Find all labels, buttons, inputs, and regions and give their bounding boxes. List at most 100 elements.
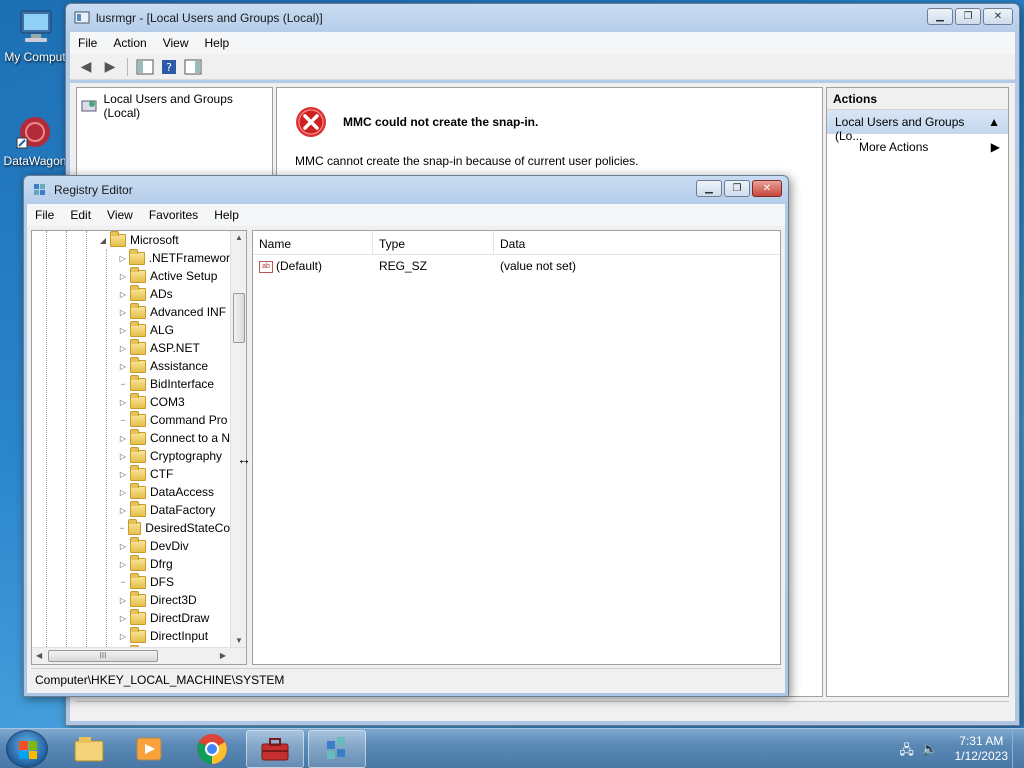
scroll-thumb[interactable]: III [48,650,158,662]
tree-node[interactable]: ▷ DirectInput [32,626,230,645]
expand-triangle-icon[interactable]: ▷ [118,470,128,479]
menu-action[interactable]: Action [105,36,154,50]
tree-node[interactable]: ▷ ALG [32,320,230,339]
taskbar-explorer[interactable] [60,730,118,768]
close-button[interactable]: ✕ [983,8,1013,25]
expand-triangle-icon[interactable]: ▷ [118,560,128,569]
tree-node[interactable]: ▷ DataAccess [32,482,230,501]
show-hide-tree-button[interactable] [135,57,155,77]
tree-horizontal-scrollbar[interactable]: ◀ III ▶ [32,647,246,664]
desktop-icon-datawagon[interactable]: DataWagon [0,112,70,168]
tree-vertical-scrollbar[interactable]: ▲ ▼ [230,231,246,647]
menu-view[interactable]: View [99,208,141,222]
expand-triangle-icon[interactable]: ▷ [118,632,128,641]
column-header-name[interactable]: Name [253,231,373,254]
menu-edit[interactable]: Edit [62,208,99,222]
tree-node[interactable]: ┈ BidInterface [32,374,230,393]
expand-triangle-icon[interactable]: ▷ [118,614,128,623]
menu-help[interactable]: Help [206,208,247,222]
folder-icon [130,356,146,373]
expand-triangle-icon[interactable]: ▷ [118,452,128,461]
minimize-button[interactable]: ▁ [696,180,722,197]
close-icon: ✕ [993,11,1003,22]
expand-triangle-icon[interactable]: ▷ [118,344,128,353]
users-groups-icon [81,100,97,112]
column-header-type[interactable]: Type [373,231,494,254]
regedit-icon [32,182,48,198]
expand-triangle-icon[interactable]: ▷ [118,362,128,371]
menu-view[interactable]: View [155,36,197,50]
tree-node[interactable]: ▷ ADs [32,284,230,303]
arrow-left-icon: ◀ [80,58,92,74]
menu-bar: File Action View Help [70,32,1015,54]
expand-triangle-icon[interactable]: ▷ [118,596,128,605]
menu-file[interactable]: File [27,208,62,222]
taskbar-media-player[interactable] [120,730,178,768]
tree-node-label: Local Users and Groups (Local) [103,92,233,120]
tree-node[interactable]: ▷ Assistance [32,356,230,375]
tree-node-label: Microsoft [130,233,179,247]
menu-favorites[interactable]: Favorites [141,208,206,222]
lusrmgr-titlebar[interactable]: lusrmgr - [Local Users and Groups (Local… [66,4,1019,32]
tree-node[interactable]: ▷ DevDiv [32,536,230,555]
expand-triangle-icon[interactable]: ▷ [118,326,128,335]
start-button[interactable] [6,730,48,768]
menu-file[interactable]: File [70,36,105,50]
scroll-thumb[interactable] [233,293,245,343]
maximize-button[interactable]: ❐ [724,180,750,197]
expand-triangle-icon[interactable]: ▷ [118,488,128,497]
close-button[interactable]: ✕ [752,180,782,197]
expand-triangle-icon[interactable]: ▷ [118,254,127,263]
desktop-icon-my-computer[interactable]: My Comput [0,8,70,64]
tree-node[interactable]: ▷ CTF [32,464,230,483]
tree-node[interactable]: ▷ COM3 [32,392,230,411]
expand-triangle-icon[interactable]: ▷ [118,398,128,407]
registry-values-list: Name Type Data ab (Default) REG_SZ (value… [252,230,781,665]
tree-node[interactable]: ┈ DFS [32,572,230,591]
tree-node[interactable]: ▷ Active Setup [32,266,230,285]
expand-triangle-icon[interactable]: ▷ [118,272,128,281]
tree-connector: ┈ [120,415,126,425]
tree-node[interactable]: ▷ Direct3D [32,590,230,609]
taskbar-toolbox[interactable] [246,730,304,768]
expand-triangle-icon[interactable]: ▷ [118,434,128,443]
tree-node[interactable]: ▷ DirectDraw [32,608,230,627]
tree-node[interactable]: ▷ DataFactory [32,500,230,519]
tree-node-local-users-groups[interactable]: Local Users and Groups (Local) [77,88,272,124]
folder-icon [129,248,145,265]
tree-node[interactable]: ▷ ASP.NET [32,338,230,357]
tree-node[interactable]: ▷ .NETFramewor [32,248,230,267]
minimize-button[interactable]: ▁ [927,8,953,25]
folder-icon [130,464,146,481]
network-icon[interactable]: 🖧 [899,741,914,763]
menu-help[interactable]: Help [197,36,238,50]
volume-icon[interactable]: 🔈 [922,741,938,763]
expand-triangle-icon[interactable]: ▷ [118,542,128,551]
scroll-right-icon: ▶ [219,651,226,660]
taskbar-regedit[interactable] [308,730,366,768]
column-header-data[interactable]: Data [494,231,780,254]
tree-node-label: Command Pro [150,413,228,427]
maximize-button[interactable]: ❐ [955,8,981,25]
back-button[interactable]: ◀ [76,57,96,77]
show-desktop-button[interactable] [1012,729,1024,768]
tree-node[interactable]: ┈ Command Pro [32,410,230,429]
tree-node-microsoft[interactable]: ◢ Microsoft [32,231,230,249]
forward-button[interactable]: ▶ [100,57,120,77]
clock[interactable]: 7:31 AM 1/12/2023 [955,734,1008,764]
tree-node[interactable]: ▷ Cryptography [32,446,230,465]
expand-triangle-icon[interactable]: ▷ [118,290,128,299]
show-hide-action-pane-button[interactable] [183,57,203,77]
tree-node[interactable]: ▷ Dfrg [32,554,230,573]
tree-node[interactable]: ▷ Advanced INF [32,302,230,321]
expand-triangle-icon[interactable]: ▷ [118,506,128,515]
tree-node[interactable]: ┈ DesiredStateCo [32,518,230,537]
actions-section-local-users[interactable]: Local Users and Groups (Lo... ▲ [827,110,1008,143]
regedit-titlebar[interactable]: Registry Editor ▁ ❐ ✕ [24,176,788,204]
help-button[interactable]: ? [159,57,179,77]
taskbar-chrome[interactable] [183,730,241,768]
expand-triangle-icon[interactable]: ▷ [118,308,128,317]
folder-icon [130,338,146,355]
value-row[interactable]: ab (Default) REG_SZ (value not set) [253,255,780,277]
tree-node[interactable]: ▷ Connect to a N [32,428,230,447]
